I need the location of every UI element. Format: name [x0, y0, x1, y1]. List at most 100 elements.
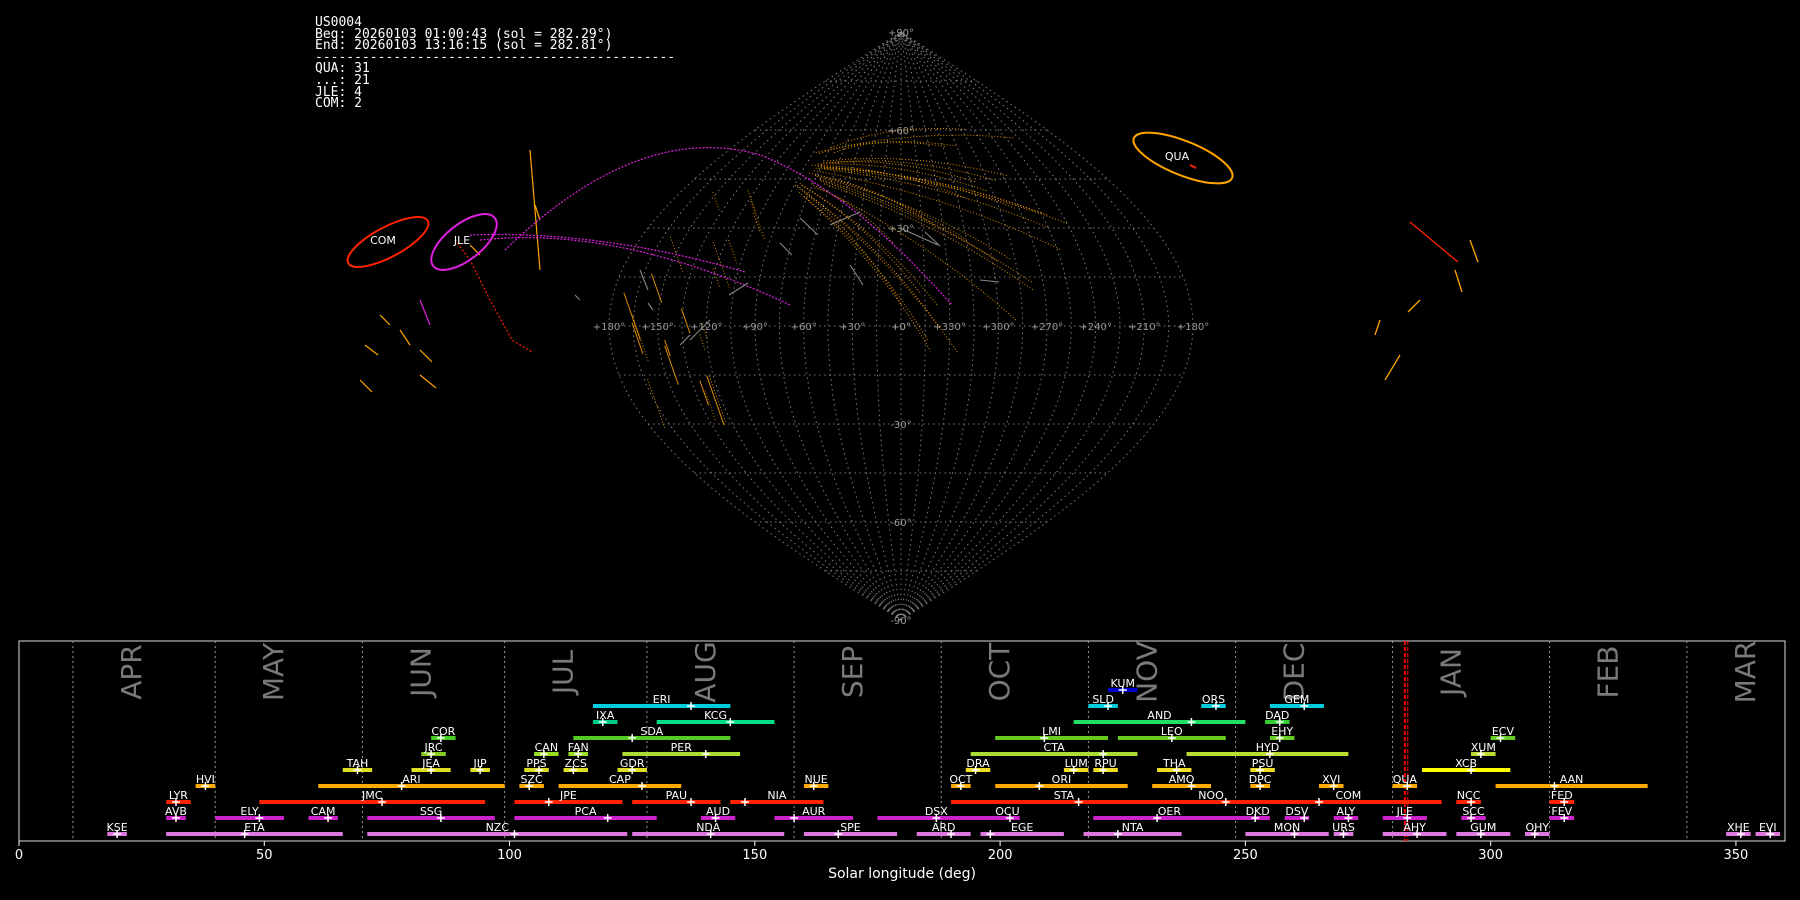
sporadic-grey-segment — [647, 302, 654, 311]
sporadic-meteor-trail — [752, 212, 761, 233]
lon-tick-label: +90° — [742, 322, 768, 333]
sporadic-meteor-segment — [419, 374, 437, 389]
shower-label-lum: LUM — [1065, 757, 1088, 770]
shower-label-gem: GEM — [1284, 693, 1309, 706]
month-label: JUL — [547, 649, 580, 696]
x-tick-label: 0 — [15, 848, 23, 863]
x-tick-label: 250 — [1233, 848, 1258, 863]
com-meteor-trail — [454, 239, 533, 353]
shower-label-aur: AUR — [802, 805, 826, 818]
sporadic-meteor-trail — [708, 375, 726, 422]
x-tick-label: 200 — [988, 848, 1013, 863]
shower-label-aan: AAN — [1560, 773, 1584, 786]
qua-meteor-trail — [820, 166, 1017, 210]
shower-label-dad: DAD — [1265, 709, 1289, 722]
sporadic-meteor-trail — [728, 239, 738, 264]
radiant-sky-map: +180° +150° +120° +90° +60° +30° +0° +330° +300°… — [346, 28, 1479, 627]
lon-tick-label: +60° — [791, 322, 817, 333]
shower-label-jpe: JPE — [559, 789, 577, 802]
shower-label-ohy: OHY — [1525, 821, 1549, 834]
shower-label-sta: STA — [1054, 789, 1075, 802]
month-label: JUN — [404, 647, 437, 699]
x-tick-label: 100 — [497, 848, 522, 863]
shower-label-oer: OER — [1158, 805, 1182, 818]
shower-label-scc: SCC — [1462, 805, 1485, 818]
sporadic-meteor-trail — [647, 378, 666, 429]
shower-label-ocu: OCU — [995, 805, 1019, 818]
x-axis-title: Solar longitude (deg) — [828, 866, 976, 882]
qua-meteor-trail — [806, 193, 942, 330]
shower-label-xvi: XVI — [1322, 773, 1340, 786]
lon-tick-label: +300° — [982, 322, 1014, 333]
shower-label-tah: TAH — [346, 757, 369, 770]
lon-tick-label: +240° — [1079, 322, 1111, 333]
shower-label-oct: OCT — [949, 773, 972, 786]
shower-label-ecv: ECV — [1492, 725, 1515, 738]
shower-label-ard: ARD — [932, 821, 956, 834]
shower-label-ari: ARI — [402, 773, 420, 786]
jle-meteor-segment — [419, 299, 431, 326]
qua-meteor-trail — [833, 141, 957, 154]
shower-label-nda: NDA — [696, 821, 721, 834]
shower-label-leo: LEO — [1161, 725, 1183, 738]
qua-meteor-segment — [1384, 354, 1401, 381]
qua-meteor-trail — [815, 134, 1014, 154]
shower-label-gdr: GDR — [620, 757, 645, 770]
shower-label-aud: AUD — [706, 805, 730, 818]
sporadic-grey-segment — [849, 264, 864, 286]
qua-meteor-trail — [819, 141, 946, 154]
qua-meteor-segment — [1469, 239, 1479, 263]
shower-label-dsx: DSX — [925, 805, 948, 818]
shower-label-kse: KSE — [107, 821, 128, 834]
lat-tick-label: -30° — [890, 420, 911, 431]
qua-red-segment — [1189, 164, 1197, 169]
sporadic-meteor-trail — [680, 308, 691, 334]
shower-label-dra: DRA — [966, 757, 990, 770]
lon-tick-label: +210° — [1128, 322, 1160, 333]
shower-label-eta: ETA — [244, 821, 265, 834]
shower-label-psu: PSU — [1252, 757, 1274, 770]
shower-label-kcg: KCG — [704, 709, 727, 722]
shower-label-mon: MON — [1274, 821, 1300, 834]
shower-label-cor: COR — [431, 725, 455, 738]
sporadic-meteor-segment — [419, 349, 433, 363]
qua-meteor-trail — [799, 182, 939, 307]
shower-label-pau: PAU — [666, 789, 688, 802]
radiant-label-jle: JLE — [453, 234, 470, 247]
lat-tick-label: +90° — [888, 28, 914, 39]
sporadic-grey-segment — [728, 282, 749, 296]
shower-label-avb: AVB — [165, 805, 187, 818]
radiant-label-qua: QUA — [1165, 150, 1190, 163]
shower-label-dpc: DPC — [1249, 773, 1272, 786]
lon-tick-label: +150° — [641, 322, 673, 333]
shower-label-jea: JEA — [421, 757, 440, 770]
shower-label-cap: CAP — [609, 773, 631, 786]
month-label: NOV — [1130, 641, 1163, 703]
sporadic-meteor-trail — [747, 190, 757, 214]
sporadic-grey-segment — [979, 279, 1000, 283]
qua-meteor-trail — [817, 165, 1047, 216]
shower-label-pps: PPS — [526, 757, 546, 770]
sporadic-meteor-trail — [750, 200, 766, 241]
shower-label-szc: SZC — [521, 773, 544, 786]
sporadic-meteor-trail — [712, 241, 730, 289]
qua-red-segment — [1409, 221, 1459, 263]
x-tick-label: 150 — [742, 848, 767, 863]
lat-tick-label: +0° — [891, 322, 911, 333]
sporadic-meteor-trail — [664, 345, 679, 385]
shower-label-jrc: JRC — [424, 741, 443, 754]
shower-label-dkd: DKD — [1246, 805, 1270, 818]
sporadic-meteor-segment — [399, 329, 411, 346]
sporadic-grey-segment — [924, 231, 941, 247]
shower-label-ehy: EHY — [1271, 725, 1293, 738]
shower-label-rpu: RPU — [1094, 757, 1116, 770]
shower-label-ixa: IXA — [596, 709, 615, 722]
sporadic-meteor-trail — [651, 273, 663, 303]
shower-label-urs: URS — [1332, 821, 1355, 834]
qua-meteor-trail — [831, 160, 996, 181]
sporadic-grey-segment — [799, 217, 819, 236]
radiant-label-com: COM — [370, 234, 396, 247]
qua-meteor-trail — [815, 167, 1051, 229]
qua-meteor-trail — [810, 183, 1017, 321]
shower-label-nta: NTA — [1122, 821, 1144, 834]
